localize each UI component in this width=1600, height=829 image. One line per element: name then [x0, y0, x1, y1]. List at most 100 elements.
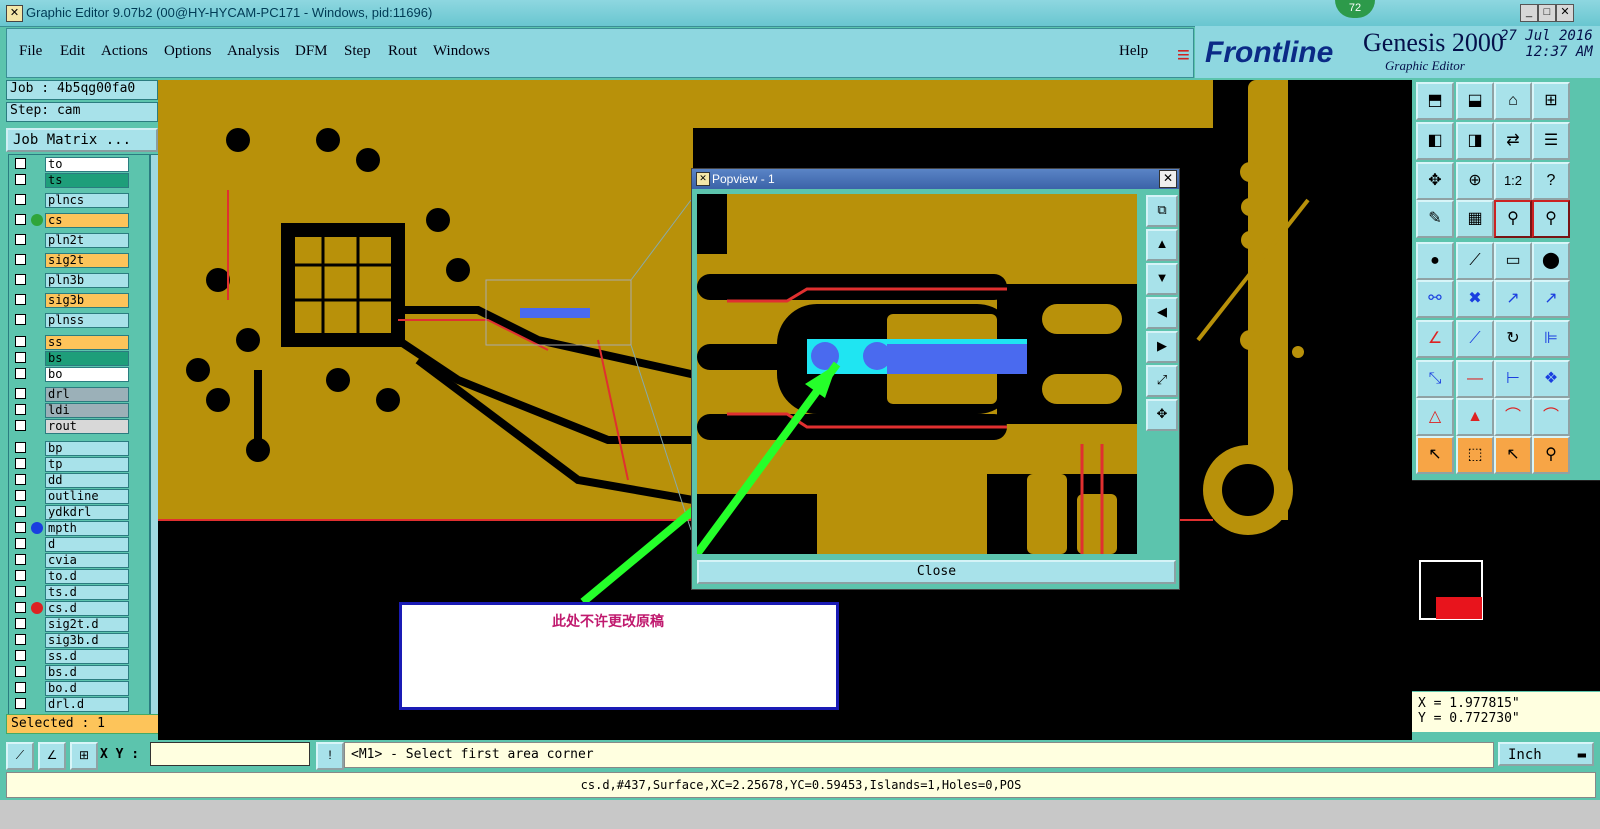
layer-checkbox[interactable]: [15, 602, 26, 613]
tool-zoom-area-icon[interactable]: ⊕: [1456, 162, 1494, 200]
layer-row-rout[interactable]: rout: [9, 419, 147, 434]
layer-checkbox[interactable]: [15, 634, 26, 645]
layer-row-ss-d[interactable]: ss.d: [9, 649, 147, 664]
layer-name[interactable]: bs.d: [45, 665, 129, 680]
minimize-button[interactable]: _: [1520, 4, 1538, 22]
layer-name[interactable]: ldi: [45, 403, 129, 418]
layer-row-pln2t[interactable]: pln2t: [9, 233, 147, 248]
tool-connect-icon[interactable]: ⚯: [1416, 280, 1454, 318]
layer-name[interactable]: ss: [45, 335, 129, 350]
layer-checkbox[interactable]: [15, 158, 26, 169]
tool-select-add-icon[interactable]: ↖: [1494, 436, 1532, 474]
layer-name[interactable]: cs.d: [45, 601, 129, 616]
layer-name[interactable]: drl.d: [45, 697, 129, 712]
layer-row-bs[interactable]: bs: [9, 351, 147, 366]
layer-name[interactable]: ss.d: [45, 649, 129, 664]
snap-grid-icon[interactable]: ⟋: [6, 742, 34, 770]
xy-input[interactable]: [150, 742, 310, 766]
layer-name[interactable]: drl: [45, 387, 129, 402]
layer-row-drl[interactable]: drl: [9, 387, 147, 402]
layer-row-sig2t[interactable]: sig2t: [9, 253, 147, 268]
popview-close-button[interactable]: Close: [697, 560, 1176, 584]
menu-windows[interactable]: Windows: [433, 43, 490, 60]
tool-redraw-icon[interactable]: ☰: [1532, 122, 1570, 160]
layer-row-ts[interactable]: ts: [9, 173, 147, 188]
job-matrix-button[interactable]: Job Matrix ...: [6, 128, 158, 152]
layer-checkbox[interactable]: [15, 554, 26, 565]
tool-copy-icon[interactable]: ↗: [1532, 280, 1570, 318]
menu-help[interactable]: Help: [1119, 43, 1148, 60]
tool-resize-icon[interactable]: ⤡: [1416, 360, 1454, 398]
layer-name[interactable]: ts.d: [45, 585, 129, 600]
layer-name[interactable]: bo.d: [45, 681, 129, 696]
menu-rout[interactable]: Rout: [388, 43, 417, 60]
tool-triangle-icon[interactable]: △: [1416, 398, 1454, 436]
layer-checkbox[interactable]: [15, 404, 26, 415]
popview-down-button[interactable]: ▼: [1146, 263, 1178, 295]
tool-select-box-icon[interactable]: ⬚: [1456, 436, 1494, 474]
tool-cross-icon[interactable]: ✖: [1456, 280, 1494, 318]
layer-row-bs-d[interactable]: bs.d: [9, 665, 147, 680]
layer-row-sig2t-d[interactable]: sig2t.d: [9, 617, 147, 632]
layer-row-ts-d[interactable]: ts.d: [9, 585, 147, 600]
popview-close-icon[interactable]: ✕: [1159, 170, 1177, 188]
layer-checkbox[interactable]: [15, 352, 26, 363]
layer-checkbox[interactable]: [15, 336, 26, 347]
menu-dfm[interactable]: DFM: [295, 43, 328, 60]
tool-measure-icon[interactable]: ⊢: [1494, 360, 1532, 398]
menu-options[interactable]: Options: [164, 43, 212, 60]
layer-name[interactable]: plncs: [45, 193, 129, 208]
layer-checkbox[interactable]: [15, 522, 26, 533]
layer-checkbox[interactable]: [15, 570, 26, 581]
tool-parallel-icon[interactable]: ⊫: [1532, 320, 1570, 358]
layer-checkbox[interactable]: [15, 458, 26, 469]
tool-snap-icon[interactable]: ⚲: [1532, 200, 1570, 238]
layer-checkbox[interactable]: [15, 506, 26, 517]
layer-checkbox[interactable]: [15, 314, 26, 325]
layer-checkbox[interactable]: [15, 194, 26, 205]
tool-select-net-icon[interactable]: ⚲: [1532, 436, 1570, 474]
tool-arch-icon[interactable]: ⌒: [1494, 398, 1532, 436]
layer-name[interactable]: mpth: [45, 521, 129, 536]
layer-checkbox[interactable]: [15, 474, 26, 485]
layer-name[interactable]: outline: [45, 489, 129, 504]
layer-display-indicator-icon[interactable]: [31, 522, 43, 534]
layer-checkbox[interactable]: [15, 666, 26, 677]
tool-pan-right-icon[interactable]: ◨: [1456, 122, 1494, 160]
popview-canvas[interactable]: [697, 194, 1137, 554]
layer-row-ydkdrl[interactable]: ydkdrl: [9, 505, 147, 520]
layer-row-to[interactable]: to: [9, 157, 147, 172]
layer-name[interactable]: pln2t: [45, 233, 129, 248]
menu-step[interactable]: Step: [344, 43, 371, 60]
close-window-button[interactable]: ✕: [1556, 4, 1574, 22]
tool-pan-left-icon[interactable]: ◧: [1416, 122, 1454, 160]
maximize-button[interactable]: □: [1538, 4, 1556, 22]
tool-palette-icon[interactable]: ✎: [1416, 200, 1454, 238]
layer-name[interactable]: sig2t: [45, 253, 129, 268]
layer-checkbox[interactable]: [15, 174, 26, 185]
layer-checkbox[interactable]: [15, 682, 26, 693]
layer-row-pln3b[interactable]: pln3b: [9, 273, 147, 288]
layer-name[interactable]: sig2t.d: [45, 617, 129, 632]
layer-name[interactable]: to.d: [45, 569, 129, 584]
tool-select-icon[interactable]: ↖: [1416, 436, 1454, 474]
popview-zoom-in-button[interactable]: ⧉: [1146, 195, 1178, 227]
layer-row-tp[interactable]: tp: [9, 457, 147, 472]
layer-checkbox[interactable]: [15, 650, 26, 661]
unit-selector[interactable]: Inch ▬: [1498, 742, 1594, 766]
layer-checkbox[interactable]: [15, 490, 26, 501]
layer-name[interactable]: pln3b: [45, 273, 129, 288]
layer-checkbox[interactable]: [15, 388, 26, 399]
tool-zoom-fit-icon[interactable]: ✥: [1416, 162, 1454, 200]
tool-line-icon[interactable]: ⟋: [1456, 242, 1494, 280]
popview-window[interactable]: ✕ Popview - 1 ✕ ⧉ ▲ ▼ ◀ ▶ ⤢ ✥ Close: [691, 168, 1180, 590]
layer-display-indicator-icon[interactable]: [31, 602, 43, 614]
layer-name[interactable]: plnss: [45, 313, 129, 328]
layer-display-indicator-icon[interactable]: [31, 214, 43, 226]
layer-row-dd[interactable]: dd: [9, 473, 147, 488]
layer-checkbox[interactable]: [15, 274, 26, 285]
layer-name[interactable]: bo: [45, 367, 129, 382]
overview-preview[interactable]: [1412, 480, 1600, 691]
layer-checkbox[interactable]: [15, 294, 26, 305]
menu-actions[interactable]: Actions: [101, 43, 148, 60]
